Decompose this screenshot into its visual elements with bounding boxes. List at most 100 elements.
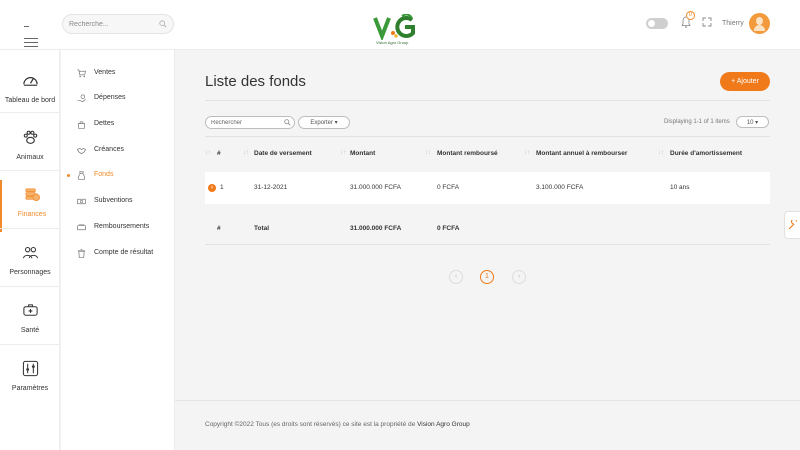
submenu-item-label: Ventes <box>94 69 116 76</box>
table-search-input[interactable] <box>211 118 281 128</box>
page-title: Liste des fonds <box>205 73 306 90</box>
hand-money-icon <box>77 94 86 103</box>
wrench-icon <box>788 220 798 230</box>
divider <box>0 170 60 171</box>
finances-submenu: Ventes Dépenses Dettes Créances Fonds Su… <box>61 50 175 450</box>
submenu-item-label: Dettes <box>94 120 115 127</box>
nav-item-label: Personnages <box>9 269 51 276</box>
submenu-item-label: Créances <box>94 146 124 153</box>
divider <box>0 344 60 345</box>
active-indicator <box>67 174 70 177</box>
user-name[interactable]: Thierry <box>722 20 744 27</box>
table-search-box[interactable] <box>205 116 295 129</box>
total-montant: 31.000.000 FCFA <box>350 225 402 232</box>
submenu-item-dettes[interactable]: Dettes <box>61 118 175 132</box>
refund-icon <box>77 224 86 231</box>
sort-icon[interactable]: ↓↑ <box>340 150 346 156</box>
logo-mark-icon <box>373 14 415 40</box>
submenu-item-subventions[interactable]: Subventions <box>61 195 175 209</box>
handshake-icon <box>77 147 86 155</box>
nav-item-personnages[interactable]: Personnages <box>0 238 60 290</box>
submenu-item-label: Compte de résultat <box>94 249 154 256</box>
theme-toggle[interactable] <box>646 18 668 29</box>
column-header-montant-rembourse[interactable]: Montant remboursé <box>437 150 498 157</box>
nav-item-label: Finances <box>17 211 47 218</box>
column-header-duree[interactable]: Durée d'amortissement <box>670 150 742 157</box>
nav-item-animaux[interactable]: Animaux <box>0 123 60 175</box>
total-montant-rembourse: 0 FCFA <box>437 225 460 232</box>
copyright-brand-link[interactable]: Vision Agro Group <box>417 421 470 428</box>
divider <box>0 286 60 287</box>
cell-montant-annuel: 3.100.000 FCFA <box>536 184 584 191</box>
submenu-item-label: Dépenses <box>94 94 126 101</box>
sort-icon[interactable]: ↓↑ <box>243 150 249 156</box>
pagination-page-1[interactable]: 1 <box>480 270 494 284</box>
column-header-montant[interactable]: Montant <box>350 150 375 157</box>
nav-item-parametres[interactable]: Paramètres <box>0 354 60 406</box>
copyright-footer: Copyright ©2022 Tous (es droits sont rés… <box>205 421 470 428</box>
nav-item-tableau-de-bord[interactable]: Tableau de bord <box>0 66 60 118</box>
table-row[interactable]: › 1 31-12-2021 31.000.000 FCFA 0 FCFA 3.… <box>205 172 770 204</box>
top-header: Vision Agro Group 0 Thierry <box>0 0 800 50</box>
cart-icon <box>77 69 86 78</box>
submenu-item-compte-de-resultat[interactable]: Compte de résultat <box>61 247 175 261</box>
submenu-item-ventes[interactable]: Ventes <box>61 67 175 81</box>
pagination-prev-button[interactable]: ‹ <box>449 270 463 284</box>
column-header-date[interactable]: Date de versement <box>254 150 312 157</box>
brand-logo[interactable]: Vision Agro Group <box>372 14 424 48</box>
sort-icon[interactable]: ↓↑ <box>658 150 664 156</box>
cell-montant-rembourse: 0 FCFA <box>437 184 460 191</box>
money-bag-icon <box>78 171 85 180</box>
cell-duree: 10 ans <box>670 184 690 191</box>
cell-montant: 31.000.000 FCFA <box>350 184 401 191</box>
total-label: Total <box>254 225 270 232</box>
column-header-montant-annuel[interactable]: Montant annuel à rembourser <box>536 150 627 157</box>
nav-item-sante[interactable]: Santé <box>0 296 60 348</box>
copyright-text: Copyright ©2022 Tous (es droits sont rés… <box>205 421 416 428</box>
health-icon <box>23 304 38 316</box>
expand-row-icon[interactable]: › <box>208 184 216 192</box>
bag-icon <box>77 121 86 129</box>
sort-icon[interactable]: ↓↑ <box>425 150 431 156</box>
global-search-box[interactable] <box>62 14 174 34</box>
search-icon[interactable] <box>159 20 167 28</box>
submenu-item-label: Fonds <box>94 171 114 178</box>
avatar[interactable] <box>749 13 770 34</box>
nav-item-finances[interactable]: Finances <box>0 180 60 232</box>
people-icon <box>22 246 39 259</box>
submenu-item-depenses[interactable]: Dépenses <box>61 92 175 106</box>
trash-doc-icon <box>77 249 86 258</box>
sort-icon[interactable]: ↓↑ <box>524 150 530 156</box>
notification-badge: 0 <box>686 11 695 20</box>
nav-item-label: Animaux <box>16 154 44 161</box>
pagination-next-button[interactable]: › <box>512 270 526 284</box>
paw-icon <box>23 130 38 144</box>
cell-date: 31-12-2021 <box>254 184 288 191</box>
menu-toggle-icon[interactable] <box>24 17 38 47</box>
page-size-select[interactable]: 10 ▾ <box>736 116 769 128</box>
submenu-item-creances[interactable]: Créances <box>61 144 175 158</box>
divider <box>0 112 60 113</box>
total-num-label: # <box>217 225 221 232</box>
submenu-item-fonds[interactable]: Fonds <box>61 169 175 183</box>
divider <box>0 228 60 229</box>
sliders-icon <box>22 360 39 377</box>
submenu-item-label: Remboursements <box>94 223 150 230</box>
divider <box>205 100 770 101</box>
logo-subtext: Vision Agro Group <box>376 40 409 45</box>
submenu-item-remboursements[interactable]: Remboursements <box>61 221 175 235</box>
nav-item-label: Paramètres <box>11 385 49 392</box>
settings-side-tab[interactable] <box>784 211 800 239</box>
search-icon[interactable] <box>284 119 291 126</box>
divider <box>205 136 770 137</box>
sort-icon[interactable]: ↓↑ <box>205 150 211 156</box>
add-fund-button[interactable]: + Ajouter <box>720 72 770 91</box>
column-header-num[interactable]: # <box>217 150 221 157</box>
divider <box>175 400 800 401</box>
submenu-item-label: Subventions <box>94 197 133 204</box>
export-dropdown[interactable]: Exporter ▾ <box>298 116 350 129</box>
main-nav-rail: Tableau de bord Animaux Finances Personn… <box>0 50 60 450</box>
fullscreen-icon[interactable] <box>702 17 712 27</box>
dashboard-gauge-icon <box>23 77 38 86</box>
global-search-input[interactable] <box>69 18 159 31</box>
